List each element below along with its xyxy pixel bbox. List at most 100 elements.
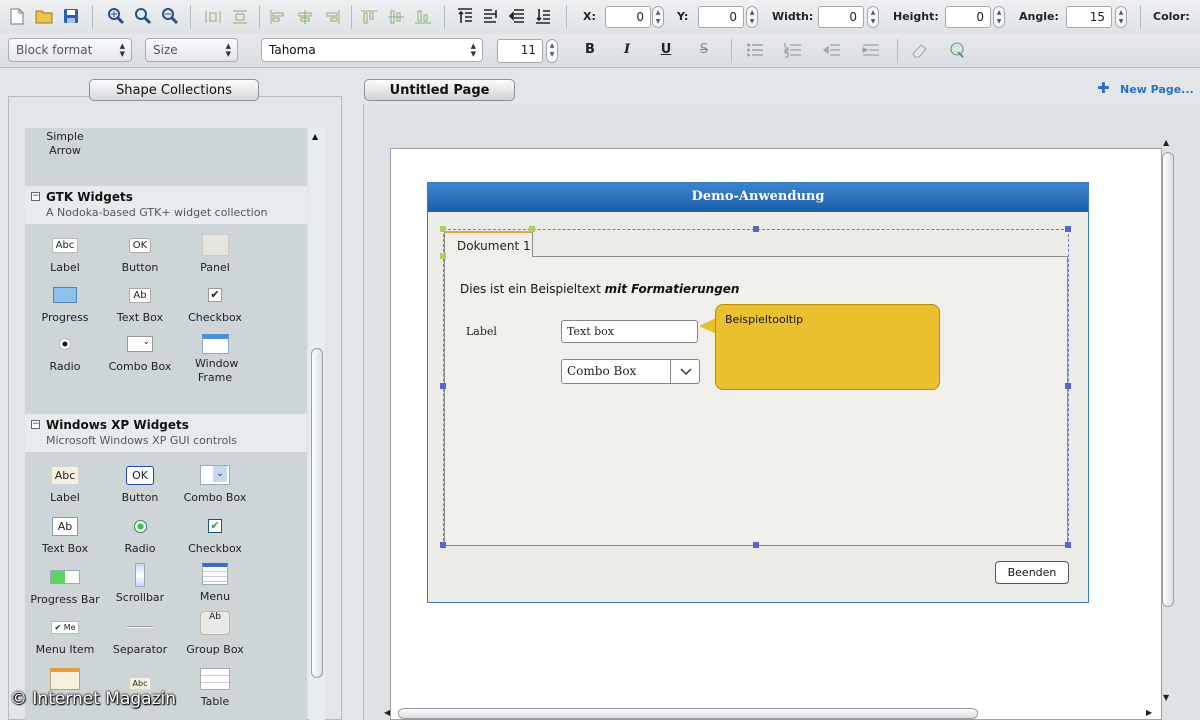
save-icon[interactable]	[61, 6, 81, 26]
scroll-down-arrow-icon[interactable]: ▼	[1163, 693, 1169, 702]
italic-button[interactable]: I	[617, 42, 637, 60]
color-label[interactable]: Color:	[1153, 10, 1190, 23]
toolbar-separator	[1140, 5, 1141, 29]
y-stepper[interactable]: ▲ ▼	[746, 6, 758, 28]
shape-item-gtk-window-frame[interactable]: Window Frame	[175, 333, 255, 385]
zoom-in-icon[interactable]	[106, 6, 126, 26]
group-header-gtk[interactable]: − GTK Widgets A Nodoka-based GTK+ widget…	[25, 186, 307, 224]
shape-item-xp-checkbox[interactable]: ✔ Checkbox	[175, 515, 255, 555]
zoom-fit-icon[interactable]	[133, 6, 153, 26]
block-format-select[interactable]: Block format ▲ ▼	[8, 38, 132, 62]
selection-handle[interactable]	[753, 542, 759, 548]
scroll-up-arrow-icon[interactable]: ▲	[312, 132, 318, 141]
shape-collections-tab[interactable]: Shape Collections	[89, 79, 259, 101]
height-field[interactable]: 0	[945, 6, 991, 28]
height-stepper[interactable]: ▲ ▼	[993, 6, 1005, 28]
font-size-field[interactable]: 11	[497, 39, 543, 63]
shape-item-xp-progress-bar[interactable]: Progress Bar	[25, 566, 105, 606]
underline-button[interactable]: U	[656, 42, 676, 60]
shape-item-label: Label	[50, 261, 80, 274]
width-field[interactable]: 0	[818, 6, 864, 28]
indent-icon[interactable]	[861, 40, 881, 60]
angle-stepper[interactable]: ▲ ▼	[1115, 6, 1127, 28]
shape-item-xp-menu-item[interactable]: ✔ Me Menu Item	[25, 616, 105, 656]
bring-forward-icon[interactable]	[481, 6, 501, 26]
bring-to-front-icon[interactable]	[455, 6, 475, 26]
shape-item-gtk-radio[interactable]: Radio	[25, 333, 105, 373]
x-field[interactable]: 0	[605, 6, 651, 28]
selection-handle[interactable]	[440, 253, 446, 259]
send-to-back-icon[interactable]	[533, 6, 553, 26]
send-backward-icon[interactable]	[507, 6, 527, 26]
shape-item-gtk-textbox[interactable]: Ab Text Box	[100, 284, 180, 324]
shape-item-xp-table[interactable]: Table	[175, 668, 255, 708]
selection-handle[interactable]	[1065, 383, 1071, 389]
canvas-horizontal-scroll-thumb[interactable]	[398, 708, 978, 719]
zoom-out-icon[interactable]	[160, 6, 180, 26]
shape-item-xp-menu[interactable]: Menu	[175, 563, 255, 603]
eraser-icon[interactable]	[909, 40, 929, 60]
demo-close-button[interactable]: Beenden	[995, 561, 1069, 584]
open-folder-icon[interactable]	[34, 6, 54, 26]
angle-label: Angle:	[1019, 10, 1059, 23]
collapse-icon[interactable]: −	[31, 192, 40, 201]
collapse-icon[interactable]: −	[31, 420, 40, 429]
shape-item-xp-button[interactable]: OK Button	[100, 464, 180, 504]
selection-handle[interactable]	[440, 383, 446, 389]
strikethrough-button[interactable]: S	[694, 42, 714, 60]
bullet-list-icon[interactable]	[745, 40, 765, 60]
scroll-up-arrow-icon[interactable]: ▲	[1163, 138, 1169, 147]
shape-item-gtk-progress[interactable]: Progress	[25, 284, 105, 324]
shape-item-gtk-panel[interactable]: Panel	[175, 234, 255, 274]
shape-item-gtk-label[interactable]: Abc Label	[25, 234, 105, 274]
group-header-winxp[interactable]: − Windows XP Widgets Microsoft Windows X…	[25, 414, 307, 452]
shape-item-gtk-combobox[interactable]: ⌄ Combo Box	[100, 333, 180, 373]
numbered-list-icon[interactable]	[783, 40, 803, 60]
shape-item-xp-group-box[interactable]: Ab Group Box	[175, 611, 255, 656]
align-right-icon[interactable]	[322, 7, 342, 27]
align-center-icon[interactable]	[295, 7, 315, 27]
align-middle-icon[interactable]	[386, 7, 406, 27]
y-field[interactable]: 0	[698, 6, 744, 28]
selection-handle[interactable]	[440, 226, 446, 232]
distribute-vertical-icon[interactable]	[230, 7, 250, 27]
shape-list-scroll-thumb[interactable]	[311, 348, 323, 678]
size-select[interactable]: Size ▲ ▼	[145, 38, 238, 62]
shape-item-xp-scrollbar[interactable]: Scrollbar	[100, 563, 180, 604]
select-arrows-icon: ▲ ▼	[225, 42, 231, 58]
align-bottom-icon[interactable]	[413, 7, 433, 27]
shape-item-gtk-button[interactable]: OK Button	[100, 234, 180, 274]
selection-handle[interactable]	[1065, 542, 1071, 548]
canvas-vertical-scroll-thumb[interactable]	[1162, 152, 1174, 607]
shape-item-xp-combobox[interactable]: ⌄ Combo Box	[175, 464, 255, 504]
selection-handle[interactable]	[753, 226, 759, 232]
shape-item-xp-radio[interactable]: Radio	[100, 515, 180, 555]
demo-window-title: Demo-Anwendung	[428, 183, 1088, 212]
selection-handle[interactable]	[440, 542, 446, 548]
scroll-left-arrow-icon[interactable]: ◀	[384, 708, 390, 717]
font-size-stepper[interactable]: ▲ ▼	[546, 39, 558, 63]
shape-item-simple-arrow[interactable]: Simple Arrow	[25, 130, 105, 158]
link-icon[interactable]	[948, 40, 968, 60]
label-icon: Abc	[25, 234, 105, 256]
width-stepper[interactable]: ▲ ▼	[867, 6, 879, 28]
selection-handle[interactable]	[529, 226, 535, 232]
shape-item-xp-label[interactable]: Abc Label	[25, 464, 105, 504]
toolbar-separator	[92, 5, 93, 29]
outdent-icon[interactable]	[822, 40, 842, 60]
shape-item-gtk-checkbox[interactable]: ✔ Checkbox	[175, 284, 255, 324]
untitled-page-tab[interactable]: Untitled Page	[364, 79, 515, 101]
font-select[interactable]: Tahoma ▲ ▼	[261, 38, 483, 62]
shape-item-xp-textbox[interactable]: Ab Text Box	[25, 515, 105, 555]
shape-item-xp-separator[interactable]: Separator	[100, 616, 180, 656]
angle-field[interactable]: 15	[1066, 6, 1112, 28]
new-file-icon[interactable]	[7, 6, 27, 26]
align-left-icon[interactable]	[268, 7, 288, 27]
x-stepper[interactable]: ▲ ▼	[652, 6, 664, 28]
selection-handle[interactable]	[1065, 226, 1071, 232]
align-top-icon[interactable]	[359, 7, 379, 27]
scroll-right-arrow-icon[interactable]: ▶	[1146, 708, 1152, 717]
distribute-horizontal-icon[interactable]	[203, 7, 223, 27]
shape-item-label: Text Box	[41, 542, 89, 555]
bold-button[interactable]: B	[580, 42, 600, 60]
